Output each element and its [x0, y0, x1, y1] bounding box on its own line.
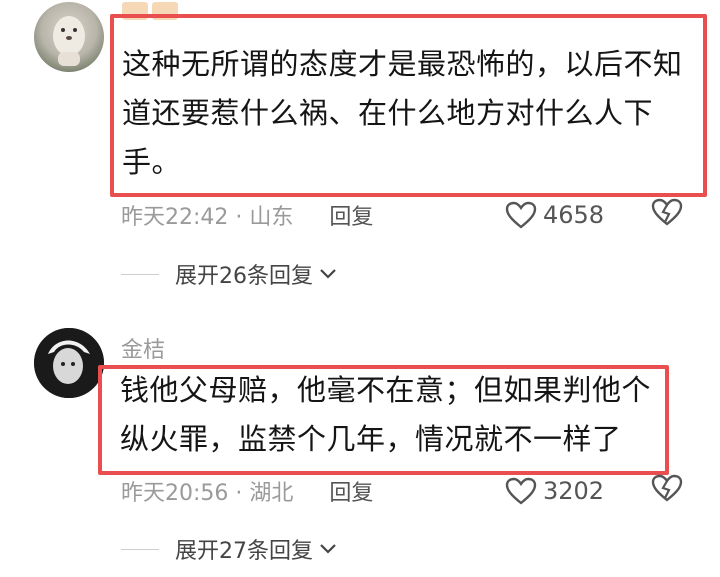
reply-button[interactable]: 回复 [329, 199, 373, 231]
expand-replies-button[interactable]: 展开27条回复 [121, 534, 337, 564]
divider [121, 548, 159, 550]
chevron-down-icon [320, 544, 336, 554]
broken-heart-icon [651, 198, 683, 226]
comment-time-location: 昨天20:56 · 湖北 [121, 481, 294, 506]
expand-replies-label: 展开26条回复 [175, 264, 313, 289]
dislike-button[interactable] [651, 198, 683, 232]
dislike-button[interactable] [651, 474, 683, 508]
comment-item: 这种无所谓的态度才是最恐怖的，以后不知道还要惹什么祸、在什么地方对什么人下手。 … [0, 0, 720, 300]
avatar[interactable] [34, 2, 104, 72]
username[interactable]: 金桔 [121, 332, 165, 364]
chevron-down-icon [320, 269, 336, 279]
comment-text: 钱他父母赔，他毫不在意；但如果判他个纵火罪，监禁个几年，情况就不一样了 [120, 373, 652, 456]
expand-replies-label: 展开27条回复 [175, 539, 313, 564]
heart-icon [505, 201, 537, 229]
broken-heart-icon [651, 474, 683, 502]
like-count: 4658 [543, 201, 605, 229]
comment-meta: 昨天20:56 · 湖北 回复 3202 [121, 474, 691, 508]
like-button[interactable]: 4658 [505, 201, 604, 229]
divider [121, 273, 159, 275]
heart-icon [505, 477, 537, 505]
like-count: 3202 [543, 477, 605, 505]
expand-replies-button[interactable]: 展开26条回复 [121, 259, 337, 289]
like-button[interactable]: 3202 [505, 477, 604, 505]
avatar[interactable] [34, 328, 104, 398]
comment-text: 这种无所谓的态度才是最恐怖的，以后不知道还要惹什么祸、在什么地方对什么人下手。 [122, 47, 683, 179]
reply-button[interactable]: 回复 [329, 475, 373, 507]
comment-time-location: 昨天22:42 · 山东 [121, 205, 294, 230]
comment-meta: 昨天22:42 · 山东 回复 4658 [121, 198, 691, 232]
comment-item: 金桔 钱他父母赔，他毫不在意；但如果判他个纵火罪，监禁个几年，情况就不一样了 昨… [0, 316, 720, 577]
